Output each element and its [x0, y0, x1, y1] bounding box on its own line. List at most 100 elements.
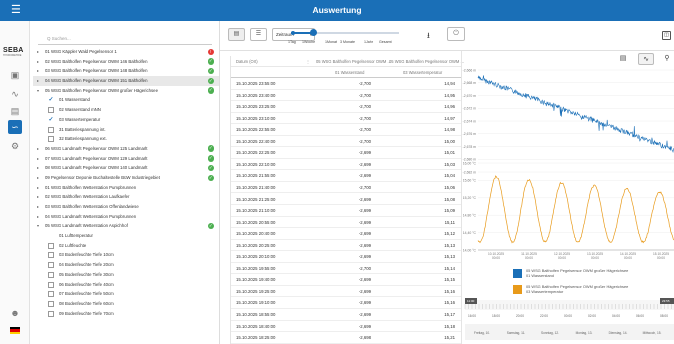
- tree-channel-item[interactable]: 02 Wasserstand mNN: [33, 105, 219, 115]
- table-row[interactable]: 15.10.2025 18:25:00 -2,698 15,21: [231, 332, 461, 344]
- tree-channel-item[interactable]: 07 Bodenfeuchte Tiefe 50cm: [33, 289, 219, 299]
- channel-checkbox[interactable]: [48, 107, 54, 114]
- user-icon[interactable]: ☻: [8, 306, 22, 320]
- table-row[interactable]: 15.10.2025 19:55:00 -2,700 15,14: [231, 263, 461, 275]
- table-row[interactable]: 15.10.2025 23:55:00 -2,700 14,94: [231, 78, 461, 90]
- tree-channel-item[interactable]: 06 Bodenfeuchte Tiefe 40cm: [33, 280, 219, 290]
- chevron-right-icon[interactable]: ▸: [37, 183, 39, 193]
- col-header-temp[interactable]: 05 WSG Baltholfen Pegelsensor OWM ...: [389, 56, 464, 67]
- tree-sensor-item[interactable]: ▸ 01 WSG Käppler Wald Pegelsensor 1!: [33, 47, 219, 57]
- table-row[interactable]: 15.10.2025 22:55:00 -2,700 14,98: [231, 124, 461, 136]
- chevron-right-icon[interactable]: ▸: [37, 192, 39, 202]
- channel-checkbox[interactable]: ✓: [48, 97, 54, 104]
- chevron-right-icon[interactable]: ▸: [37, 47, 39, 57]
- chevron-down-icon[interactable]: ▾: [37, 86, 39, 96]
- table-row[interactable]: 15.10.2025 21:40:00 -2,700 15,06: [231, 182, 461, 194]
- tree-channel-item[interactable]: 03 Bodenfeuchte Tiefe 10cm: [33, 250, 219, 260]
- tree-sensor-item[interactable]: ▸ 06 WSG Landmarlt Pegelsensor OWM 125 La…: [33, 144, 219, 154]
- tree-channel-item[interactable]: ✓ 01 Wasserstand: [33, 95, 219, 105]
- chart-view-icon[interactable]: ∿: [638, 53, 654, 65]
- chevron-right-icon[interactable]: ▸: [37, 212, 39, 222]
- monitor-icon[interactable]: ▤: [8, 104, 22, 118]
- chevron-right-icon[interactable]: ▸: [37, 173, 39, 183]
- chart-view-toggle-icon[interactable]: ▤: [228, 28, 245, 41]
- chevron-right-icon[interactable]: ▸: [37, 57, 39, 67]
- table-row[interactable]: 15.10.2025 20:55:00 -2,699 15,11: [231, 217, 461, 229]
- chevron-right-icon[interactable]: ▸: [37, 144, 39, 154]
- tree-sensor-item[interactable]: ▸ 03 WSG Baltholfen Pegelsensor OWM 148 B…: [33, 66, 219, 76]
- table-row[interactable]: 15.10.2025 18:40:00 -2,699 15,18: [231, 321, 461, 333]
- tree-sensor-item[interactable]: ▸ 03 WSG Baltholfen Wetterstation Offenla…: [33, 202, 219, 212]
- table-row[interactable]: 15.10.2025 20:25:00 -2,699 15,13: [231, 240, 461, 252]
- chevron-right-icon[interactable]: ▸: [37, 66, 39, 76]
- channel-checkbox[interactable]: [48, 252, 54, 259]
- list-view-toggle-icon[interactable]: ☰: [250, 28, 267, 41]
- table-row[interactable]: 15.10.2025 19:25:00 -2,699 15,16: [231, 286, 461, 298]
- period-tick-label[interactable]: Gesamt: [379, 40, 392, 44]
- channel-checkbox[interactable]: [48, 291, 54, 298]
- period-tick-label[interactable]: 1Jahr: [364, 40, 373, 44]
- channel-checkbox[interactable]: ✓: [48, 116, 54, 123]
- period-slider[interactable]: [291, 29, 399, 36]
- table-row[interactable]: 15.10.2025 19:10:00 -2,699 15,16: [231, 297, 461, 309]
- channel-checkbox[interactable]: [48, 310, 54, 317]
- period-tick-label[interactable]: 1Monat: [325, 40, 337, 44]
- channel-checkbox[interactable]: [48, 136, 54, 143]
- tree-sensor-item[interactable]: ▾ 05 WSG Baltholfen Pegelsensor OWM große…: [33, 86, 219, 96]
- col-header-level[interactable]: 05 WSG Baltholfen Pegelsensor OWM ...: [316, 56, 391, 67]
- table-view-icon[interactable]: ▤: [615, 53, 631, 65]
- period-tick-label[interactable]: 3 Monate: [340, 40, 355, 44]
- tree-channel-item[interactable]: 01 Lufttemperatur: [33, 231, 219, 241]
- chevron-down-icon[interactable]: ▾: [37, 221, 39, 231]
- slider-knob[interactable]: [310, 29, 317, 36]
- table-row[interactable]: 15.10.2025 23:40:00 -2,700 14,95: [231, 90, 461, 102]
- tree-channel-item[interactable]: 32 Batteriespannung ext.: [33, 134, 219, 144]
- channel-checkbox[interactable]: [48, 281, 54, 288]
- table-row[interactable]: 15.10.2025 23:10:00 -2,700 14,97: [231, 113, 461, 125]
- period-tick-label[interactable]: 1Tag: [288, 40, 296, 44]
- chevron-right-icon[interactable]: ▸: [37, 154, 39, 164]
- tree-sensor-item[interactable]: ▸ 08 WSG Landmarlt Pegelsensor OWM 140 La…: [33, 163, 219, 173]
- tree-channel-item[interactable]: 31 Batteriespannung int.: [33, 125, 219, 135]
- table-row[interactable]: 15.10.2025 20:40:00 -2,699 15,12: [231, 228, 461, 240]
- table-row[interactable]: 15.10.2025 21:10:00 -2,699 15,09: [231, 205, 461, 217]
- table-row[interactable]: 15.10.2025 20:10:00 -2,699 15,13: [231, 251, 461, 263]
- tree-channel-item[interactable]: 08 Bodenfeuchte Tiefe 60cm: [33, 299, 219, 309]
- table-row[interactable]: 15.10.2025 23:25:00 -2,700 14,96: [231, 101, 461, 113]
- table-row[interactable]: 15.10.2025 19:40:00 -2,699 15,15: [231, 274, 461, 286]
- tree-channel-item[interactable]: 04 Bodenfeuchte Tiefe 20cm: [33, 260, 219, 270]
- table-row[interactable]: 15.10.2025 21:55:00 -2,699 15,04: [231, 170, 461, 182]
- tree-sensor-item[interactable]: ▸ 07 WSG Landmarlt Pegelsensor OWM 129 La…: [33, 154, 219, 164]
- channel-checkbox[interactable]: [48, 262, 54, 269]
- table-row[interactable]: 15.10.2025 22:10:00 -2,699 15,03: [231, 159, 461, 171]
- col-header-date[interactable]: Datum (Ort): [236, 56, 258, 67]
- channel-checkbox[interactable]: [48, 300, 54, 307]
- tree-sensor-item[interactable]: ▸ 04 WSG Baltholfen Pegelsensor OWM 151 B…: [33, 76, 219, 86]
- table-row[interactable]: 15.10.2025 22:40:00 -2,700 15,00: [231, 136, 461, 148]
- tree-sensor-item[interactable]: ▸ 09 Pegelsensor Deponie Buchaltestelle B…: [33, 173, 219, 183]
- tree-channel-item[interactable]: 09 Bodenfeuchte Tiefe 70cm: [33, 309, 219, 319]
- channel-checkbox[interactable]: [48, 242, 54, 249]
- tree-sensor-item[interactable]: ▸ 01 WSG Baltholfen Wetterstation Pumpbru…: [33, 183, 219, 193]
- tree-sensor-item[interactable]: ▸ 04 WSG Landmarlt Wetterstation Pumpbrun…: [33, 212, 219, 222]
- channel-checkbox[interactable]: [48, 271, 54, 278]
- chevron-right-icon[interactable]: ▸: [37, 163, 39, 173]
- tree-channel-item[interactable]: ✓ 03 Wassertemperatur: [33, 115, 219, 125]
- chevron-right-icon[interactable]: ▸: [37, 76, 39, 86]
- settings-icon[interactable]: ⚙: [8, 139, 22, 153]
- chevron-right-icon[interactable]: ▸: [37, 202, 39, 212]
- tree-sensor-item[interactable]: ▾ 05 WSG Landmarlt Wetterstation Aspichho…: [33, 221, 219, 231]
- power-icon[interactable]: ⏻: [447, 27, 465, 41]
- search-input[interactable]: Q Suchen...: [38, 33, 212, 45]
- tree-channel-item[interactable]: 02 Luftfeuchte: [33, 241, 219, 251]
- download-icon[interactable]: ⭳: [427, 30, 430, 44]
- zoom-icon[interactable]: ⚲: [659, 53, 674, 65]
- table-row[interactable]: 15.10.2025 18:55:00 -2,699 15,17: [231, 309, 461, 321]
- period-tick-label[interactable]: 1Woche: [302, 40, 315, 44]
- tree-sensor-item[interactable]: ▸ 02 WSG Baltholfen Wetterstation Laufkae…: [33, 192, 219, 202]
- panel-toggle-icon[interactable]: ◫: [662, 31, 671, 40]
- table-row[interactable]: 15.10.2025 22:25:00 -2,699 15,01: [231, 147, 461, 159]
- chart-line-icon[interactable]: ∿: [8, 87, 22, 101]
- table-row[interactable]: 15.10.2025 21:25:00 -2,699 15,08: [231, 194, 461, 206]
- tree-channel-item[interactable]: 05 Bodenfeuchte Tiefe 30cm: [33, 270, 219, 280]
